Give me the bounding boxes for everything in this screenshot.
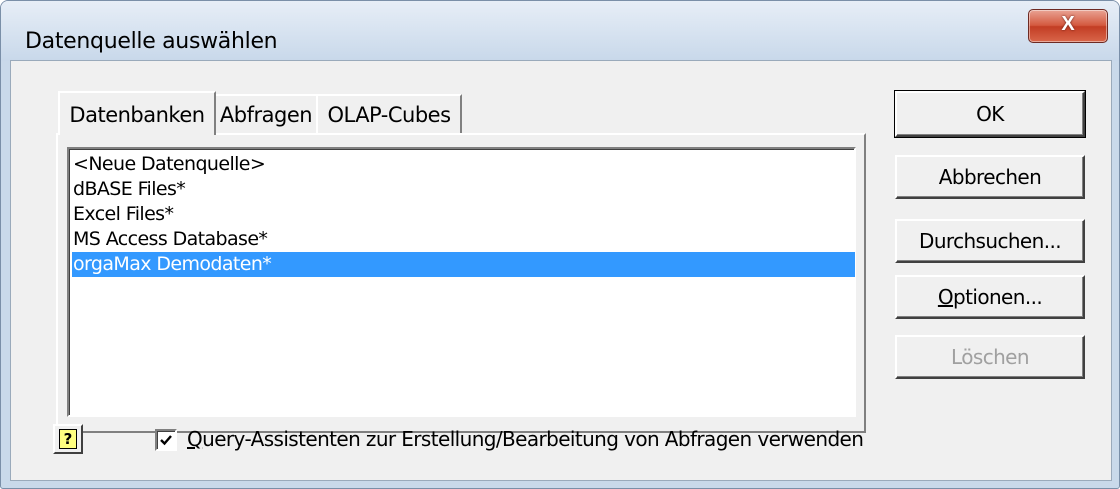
query-wizard-accelerator: Q [187,427,203,451]
list-item-new-datasource[interactable]: <Neue Datenquelle> [72,152,855,177]
query-wizard-checkbox[interactable] [155,429,177,451]
delete-button: Löschen [895,335,1085,379]
help-button[interactable]: ? [53,424,83,454]
list-item-dbase-files[interactable]: dBASE Files* [72,177,855,202]
checkmark-icon [160,435,172,446]
list-item-excel-files[interactable]: Excel Files* [72,202,855,227]
datasource-list[interactable]: <Neue Datenquelle> dBASE Files* Excel Fi… [67,147,856,417]
dialog-title: Datenquelle auswählen [25,29,278,54]
tab-panel: <Neue Datenquelle> dBASE Files* Excel Fi… [56,133,866,433]
ok-button[interactable]: OK [894,90,1086,138]
close-button[interactable]: X [1028,9,1108,43]
list-item-orgamax-demodaten[interactable]: orgaMax Demodaten* [72,252,855,277]
options-accelerator: O [937,285,954,309]
tab-abfragen[interactable]: Abfragen [214,94,318,134]
list-item-ms-access-database[interactable]: MS Access Database* [72,227,855,252]
tab-olap-cubes[interactable]: OLAP-Cubes [316,94,462,134]
query-wizard-label[interactable]: Query-Assistenten zur Erstellung/Bearbei… [187,427,864,451]
close-icon: X [1061,13,1075,35]
query-wizard-label-text: uery-Assistenten zur Erstellung/Bearbeit… [202,427,864,451]
tab-datenbanken[interactable]: Datenbanken [58,91,216,135]
title-bar[interactable]: Datenquelle auswählen X [1,1,1119,61]
options-button[interactable]: Optionen... [895,275,1085,319]
dialog-client-area: Datenbanken Abfragen OLAP-Cubes <Neue Da… [10,60,1112,481]
browse-button[interactable]: Durchsuchen... [895,219,1085,263]
options-label: ptionen... [953,285,1043,309]
cancel-button[interactable]: Abbrechen [895,155,1085,199]
help-icon: ? [59,429,77,449]
dialog-window: Datenquelle auswählen X Datenbanken Abfr… [0,0,1120,489]
